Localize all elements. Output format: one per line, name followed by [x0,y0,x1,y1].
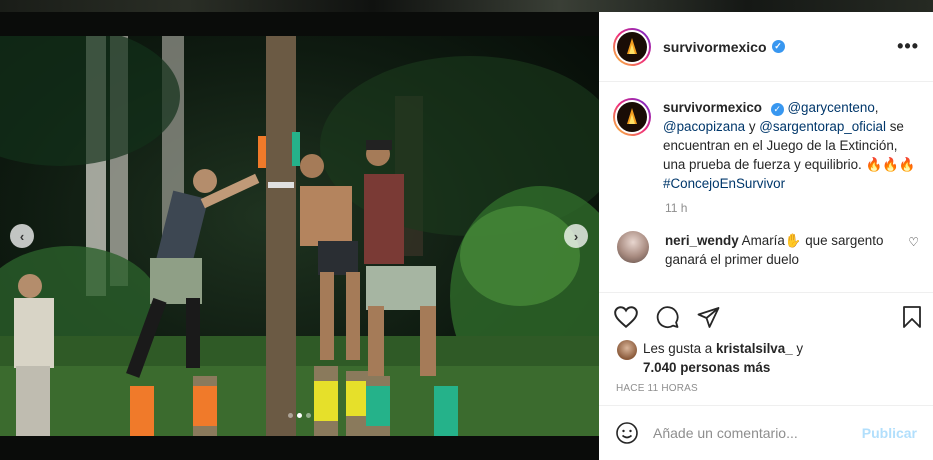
caption-mention[interactable]: @pacopizana [663,119,745,134]
caption-separator: , [874,100,879,115]
comment-item: neri_wendy Amaría✋ que sargento ganará e… [599,215,933,269]
likes-count[interactable]: 7.040 personas más [643,360,770,375]
carousel-next-button[interactable]: › [564,224,588,248]
background-feed-strip [0,0,933,12]
divider [599,292,933,293]
caption-mention[interactable]: @sargentorap_oficial [759,119,886,134]
author-username[interactable]: survivormexico [663,39,767,55]
post-header: survivormexico ✓ ••• [599,12,933,82]
comment-input[interactable] [653,425,862,441]
likes-summary: Les gusta a kristalsilva_ y 7.040 person… [617,339,893,377]
post-actions [613,304,923,330]
photo-scene [0,36,599,436]
caption-connector: y [745,119,760,134]
caption-hashtag[interactable]: #ConcejoEnSurvivor [663,176,785,191]
heart-icon[interactable] [613,305,639,329]
caption-author-avatar[interactable] [613,98,651,136]
carousel-prev-button[interactable]: ‹ [10,224,34,248]
likes-connector: y [792,341,804,356]
post-photo[interactable]: ‹ › [0,36,599,436]
author-avatar[interactable] [613,27,651,66]
liker-username[interactable]: kristalsilva_ [716,341,793,356]
add-comment-bar: Publicar [599,405,933,460]
commenter-username[interactable]: neri_wendy [665,233,739,248]
liker-avatar[interactable] [617,340,637,360]
emoji-icon[interactable] [615,421,639,445]
bookmark-icon[interactable] [901,305,923,329]
post-caption: survivormexico ✓ @garycenteno, @pacopiza… [599,82,933,193]
more-options-icon[interactable]: ••• [897,36,919,57]
caption-username[interactable]: survivormexico [663,100,762,115]
likes-prefix: Les gusta a [643,341,716,356]
commenter-avatar[interactable] [617,231,649,263]
post-details-panel: survivormexico ✓ ••• survivormexico ✓ @g… [599,12,933,460]
share-icon[interactable] [696,305,721,329]
post-age[interactable]: HACE 11 HORAS [616,383,698,394]
carousel-dot [288,413,293,418]
comment-icon[interactable] [655,305,680,329]
carousel-indicator [0,413,599,418]
carousel-dot [306,413,311,418]
comment-like-heart-icon[interactable]: ♡ [908,235,919,249]
caption-verified-badge-icon: ✓ [770,103,784,116]
publish-button[interactable]: Publicar [862,425,917,441]
caption-timestamp[interactable]: 11 h [665,201,933,215]
carousel-dot-active [297,413,302,418]
verified-badge-icon: ✓ [771,40,785,53]
caption-mention[interactable]: @garycenteno [787,100,874,115]
